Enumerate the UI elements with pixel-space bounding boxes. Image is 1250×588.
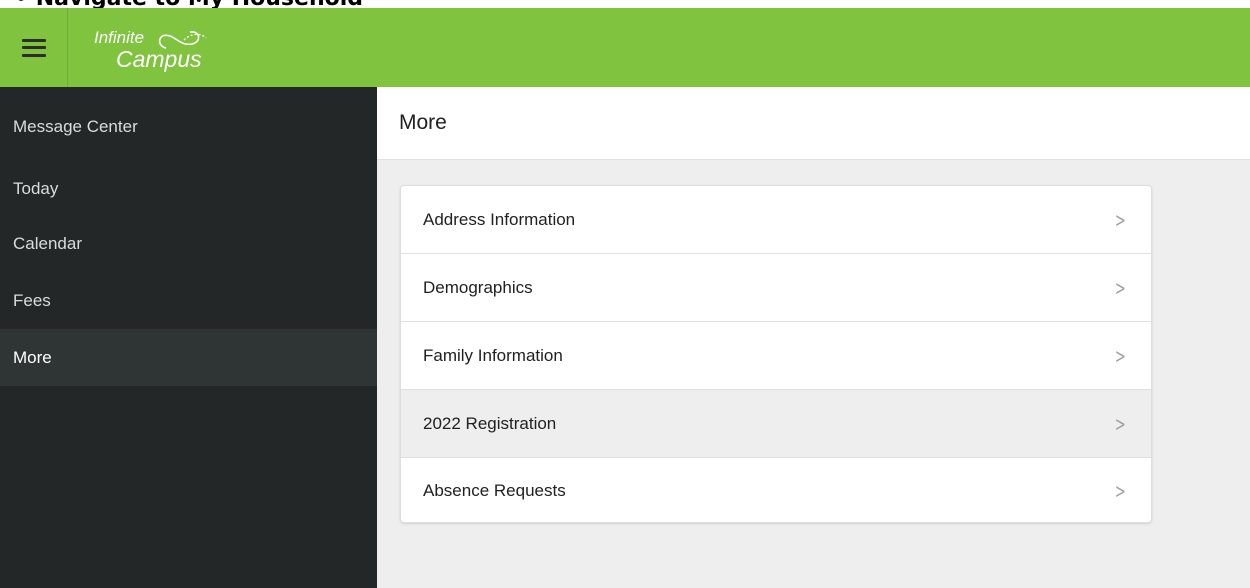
sidebar-item-label: More bbox=[13, 347, 52, 367]
page-header: More bbox=[377, 87, 1250, 160]
sidebar-item-label: Today bbox=[13, 179, 59, 198]
list-item-address-information[interactable]: Address Information > bbox=[401, 186, 1151, 254]
chevron-right-icon: > bbox=[1115, 411, 1127, 436]
sidebar-item-today[interactable]: Today bbox=[0, 167, 377, 215]
logo-swoosh-icon bbox=[158, 31, 207, 49]
main-content: More Address Information > Demographics … bbox=[377, 87, 1250, 588]
more-list: Address Information > Demographics > Fam… bbox=[400, 185, 1152, 523]
sidebar: Message Center Today Calendar Fees More bbox=[0, 87, 377, 588]
list-item-family-information[interactable]: Family Information > bbox=[401, 322, 1151, 390]
chevron-right-icon: > bbox=[1115, 207, 1127, 232]
sidebar-item-label: Fees bbox=[13, 290, 51, 310]
list-item-demographics[interactable]: Demographics > bbox=[401, 254, 1151, 322]
list-item-label: Demographics bbox=[423, 277, 533, 297]
infinite-campus-logo[interactable]: Infinite Campus bbox=[94, 26, 234, 72]
sidebar-item-more[interactable]: More bbox=[0, 329, 377, 386]
list-item-label: Absence Requests bbox=[423, 481, 566, 500]
list-item-label: Address Information bbox=[423, 209, 576, 229]
list-item-absence-requests[interactable]: Absence Requests > bbox=[401, 458, 1151, 522]
top-bar: Infinite Campus bbox=[0, 8, 1250, 87]
sidebar-item-label: Calendar bbox=[13, 233, 82, 253]
chevron-right-icon: > bbox=[1115, 343, 1127, 368]
sidebar-item-fees[interactable]: Fees bbox=[0, 272, 377, 329]
logo-line1: Infinite bbox=[94, 28, 145, 47]
chevron-right-icon: > bbox=[1115, 275, 1127, 300]
sidebar-item-label: Message Center bbox=[13, 117, 138, 136]
list-item-label: 2022 Registration bbox=[423, 413, 557, 433]
sidebar-item-calendar[interactable]: Calendar bbox=[0, 215, 377, 272]
list-item-2022-registration[interactable]: 2022 Registration > bbox=[401, 390, 1151, 458]
sidebar-item-message-center[interactable]: Message Center bbox=[0, 87, 377, 167]
list-item-label: Family Information bbox=[423, 345, 563, 365]
clipped-heading: • Navigate to My Household bbox=[0, 0, 1250, 8]
hamburger-icon bbox=[21, 38, 46, 57]
menu-button[interactable] bbox=[0, 8, 68, 87]
chevron-right-icon: > bbox=[1115, 479, 1127, 503]
page-title: More bbox=[399, 111, 447, 134]
clipped-heading-text: • Navigate to My Household bbox=[14, 0, 363, 8]
